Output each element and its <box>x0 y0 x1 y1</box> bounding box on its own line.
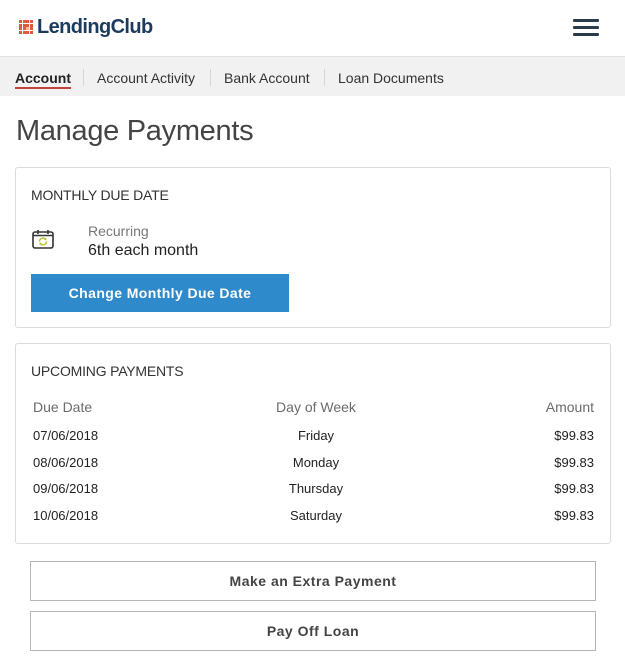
hamburger-menu-icon[interactable] <box>573 19 599 36</box>
card-title: MONTHLY DUE DATE <box>31 187 169 203</box>
subnav-item-loan-documents[interactable]: Loan Documents <box>338 70 444 86</box>
page-title: Manage Payments <box>16 115 254 147</box>
table-row: 09/06/2018 Thursday $99.83 <box>33 481 594 501</box>
due-date-cell: 10/06/2018 <box>33 508 99 523</box>
table-row: 10/06/2018 Saturday $99.83 <box>33 508 594 528</box>
grid-squares-logo-icon <box>19 20 34 35</box>
change-monthly-due-date-button[interactable]: Change Monthly Due Date <box>31 274 289 312</box>
recurring-value: 6th each month <box>88 242 199 259</box>
subnav-divider <box>324 69 325 86</box>
table-row: 07/06/2018 Friday $99.83 <box>33 428 594 448</box>
subnav-item-account-activity[interactable]: Account Activity <box>97 70 195 86</box>
make-extra-payment-button[interactable]: Make an Extra Payment <box>30 561 596 601</box>
upcoming-payments-card: UPCOMING PAYMENTS Due Date Day of Week A… <box>15 343 611 544</box>
pay-off-loan-button[interactable]: Pay Off Loan <box>30 611 596 651</box>
calendar-recurring-icon <box>32 230 54 249</box>
recurring-label: Recurring <box>88 223 149 239</box>
day-of-week-cell: Saturday <box>289 508 343 523</box>
brand-name: LendingClub <box>37 16 153 38</box>
subnav-divider <box>210 69 211 86</box>
due-date-cell: 07/06/2018 <box>33 428 99 443</box>
column-header-day-of-week: Day of Week <box>276 399 356 415</box>
lendingclub-logo[interactable]: LendingClub <box>19 17 153 37</box>
column-header-amount: Amount <box>545 399 594 415</box>
card-title: UPCOMING PAYMENTS <box>31 363 184 379</box>
app-header: LendingClub <box>0 0 625 56</box>
column-header-due-date: Due Date <box>33 399 93 415</box>
day-of-week-cell: Thursday <box>288 481 344 496</box>
amount-cell: $99.83 <box>554 428 594 443</box>
subnav-divider <box>83 69 84 86</box>
day-of-week-cell: Monday <box>292 455 340 470</box>
table-row: 08/06/2018 Monday $99.83 <box>33 455 594 475</box>
amount-cell: $99.83 <box>554 508 594 523</box>
subnav-item-account[interactable]: Account <box>15 70 71 89</box>
amount-cell: $99.83 <box>554 481 594 496</box>
account-subnav: Account Account Activity Bank Account Lo… <box>0 56 625 96</box>
subnav-item-bank-account[interactable]: Bank Account <box>224 70 310 86</box>
amount-cell: $99.83 <box>554 455 594 470</box>
due-date-cell: 09/06/2018 <box>33 481 99 496</box>
due-date-cell: 08/06/2018 <box>33 455 99 470</box>
monthly-due-date-card: MONTHLY DUE DATE Recurring 6th each mont… <box>15 167 611 328</box>
day-of-week-cell: Friday <box>297 428 335 443</box>
